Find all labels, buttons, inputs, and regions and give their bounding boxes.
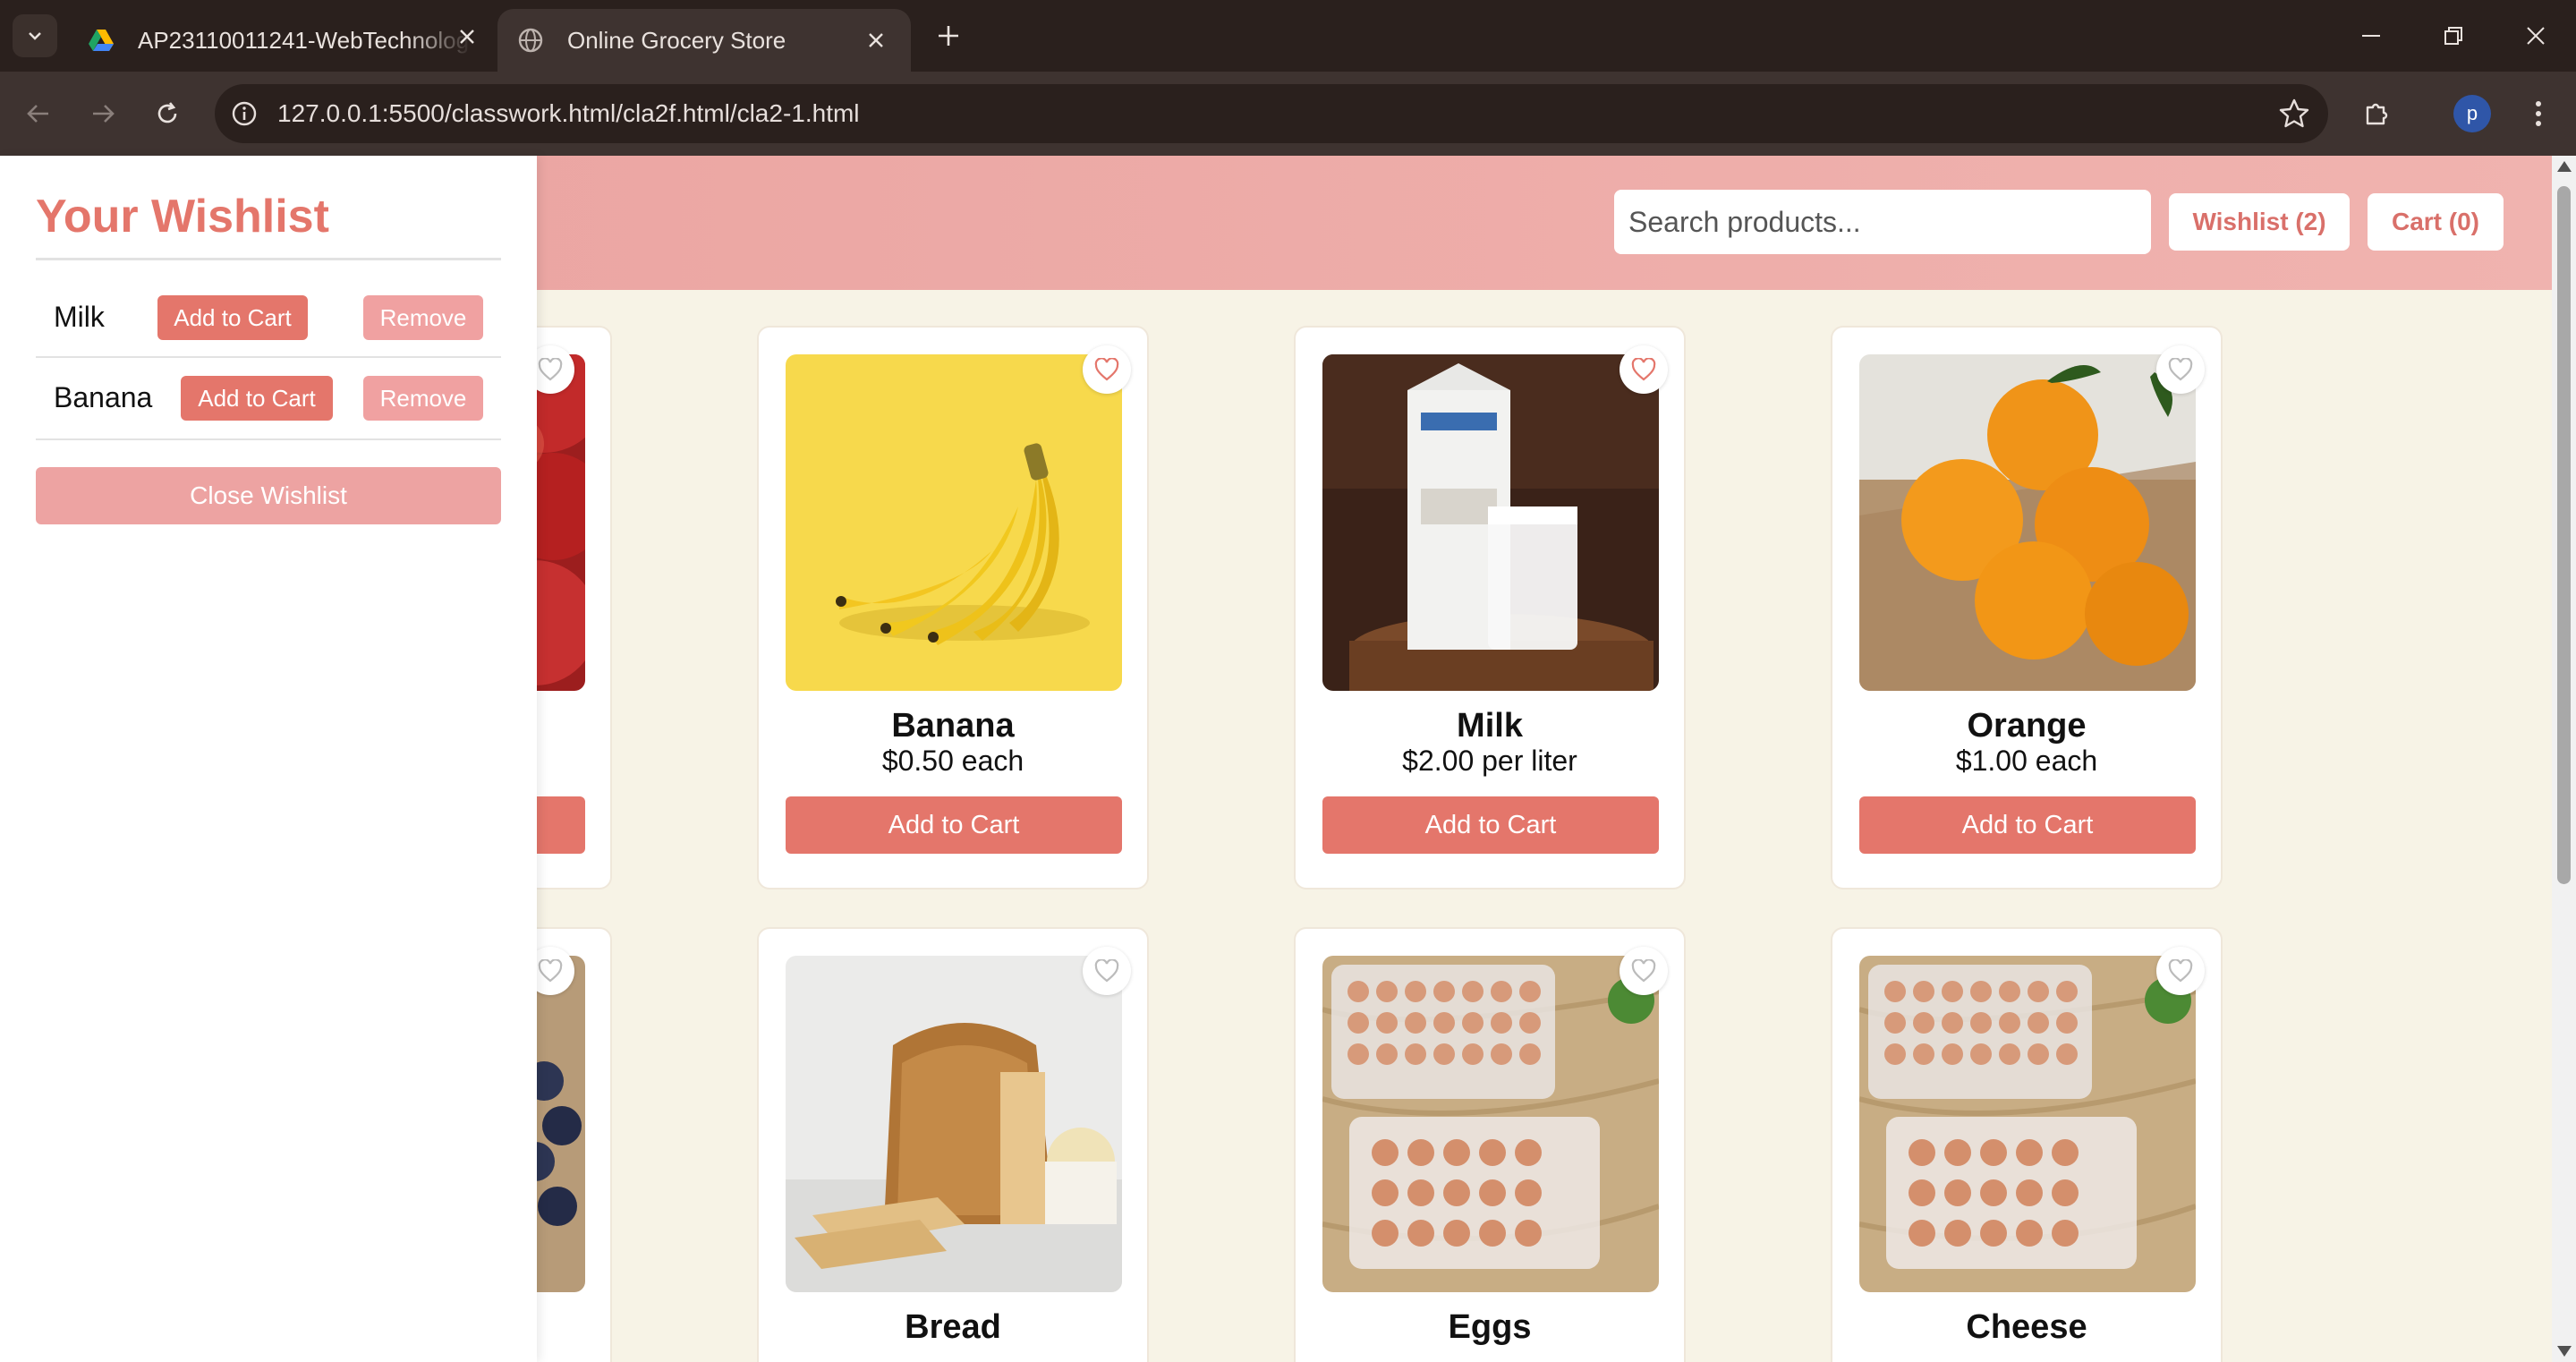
product-image-bananas — [786, 354, 1122, 691]
restore-button[interactable] — [2427, 16, 2480, 55]
product-card: Banana $0.50 each Add to Cart — [757, 326, 1149, 890]
product-card: Cheese — [1831, 927, 2223, 1362]
scrollbar-thumb[interactable] — [2557, 186, 2571, 884]
arrow-left-icon — [27, 105, 48, 123]
reload-icon — [157, 102, 177, 123]
wishlist-panel: Your Wishlist Milk Add to Cart Remove Ba… — [0, 156, 537, 1362]
divider — [36, 438, 501, 440]
heart-icon[interactable] — [2156, 947, 2205, 995]
product-image-milk — [1322, 354, 1659, 691]
add-to-cart-button[interactable]: Add to Cart — [786, 796, 1122, 854]
product-image-cheese — [1859, 956, 2196, 1292]
product-name: Cheese — [1966, 1308, 2087, 1346]
arrow-right-icon — [93, 105, 115, 123]
wishlist-item-name: Milk — [54, 301, 105, 333]
wishlist-add-to-cart-button[interactable]: Add to Cart — [181, 376, 333, 421]
tab-online-grocery-store[interactable]: Online Grocery Store — [497, 9, 911, 72]
minimize-icon — [2362, 35, 2380, 37]
wishlist-button[interactable]: Wishlist (2) — [2169, 193, 2350, 251]
add-to-cart-button[interactable]: Add to Cart — [1322, 796, 1659, 854]
heart-icon[interactable] — [1620, 345, 1668, 394]
new-tab-button[interactable] — [931, 18, 966, 54]
close-icon — [460, 30, 474, 44]
extensions-button[interactable] — [2355, 91, 2400, 136]
heart-icon[interactable] — [1620, 947, 1668, 995]
reload-button[interactable] — [145, 91, 190, 136]
tab-title: AP23110011241-WebTechnolog — [138, 26, 470, 54]
restore-icon — [2444, 27, 2462, 45]
wishlist-remove-button[interactable]: Remove — [363, 376, 483, 421]
chevron-down-icon — [29, 32, 41, 40]
divider — [36, 258, 501, 260]
heart-icon[interactable] — [2156, 345, 2205, 394]
tab-title: Online Grocery Store — [567, 26, 786, 54]
close-tab-button[interactable] — [452, 21, 482, 52]
search-input[interactable] — [1614, 190, 2151, 254]
product-image-eggs — [1322, 956, 1659, 1292]
product-name: Banana — [891, 707, 1015, 745]
close-icon — [869, 33, 883, 47]
profile-button[interactable]: p — [2450, 91, 2495, 136]
product-price: $1.00 each — [1955, 745, 2098, 777]
globe-icon — [518, 28, 543, 53]
puzzle-icon — [2366, 103, 2388, 125]
close-tab-button[interactable] — [861, 25, 891, 55]
wishlist-title: Your Wishlist — [36, 191, 329, 243]
close-icon — [2527, 27, 2545, 45]
address-bar[interactable]: 127.0.0.1:5500/classwork.html/cla2f.html… — [215, 84, 2328, 143]
close-wishlist-button[interactable]: Close Wishlist — [36, 467, 501, 524]
scroll-down-arrow-icon[interactable] — [2557, 1346, 2572, 1357]
forward-button[interactable] — [81, 91, 125, 136]
tab-search-button[interactable] — [13, 14, 57, 57]
plus-icon — [939, 26, 958, 46]
browser-menu-button[interactable] — [2516, 91, 2561, 136]
product-name: Milk — [1457, 707, 1523, 745]
site-info-icon[interactable] — [229, 98, 259, 129]
add-to-cart-button[interactable]: Add to Cart — [1859, 796, 2196, 854]
bookmark-star-icon[interactable] — [2278, 98, 2310, 130]
product-name: Orange — [1967, 707, 2087, 745]
tab-webtechnology[interactable]: AP23110011241-WebTechnolog — [68, 9, 492, 72]
back-button[interactable] — [16, 91, 61, 136]
wishlist-add-to-cart-button[interactable]: Add to Cart — [157, 295, 308, 340]
browser-tab-bar: AP23110011241-WebTechnolog Online Grocer… — [0, 0, 2576, 72]
browser-toolbar: 127.0.0.1:5500/classwork.html/cla2f.html… — [0, 72, 2576, 156]
divider — [36, 356, 501, 358]
google-drive-icon — [89, 30, 114, 51]
product-card: Eggs — [1294, 927, 1686, 1362]
scroll-up-arrow-icon[interactable] — [2557, 161, 2572, 172]
heart-icon[interactable] — [1083, 947, 1131, 995]
product-card: Bread — [757, 927, 1149, 1362]
product-image-bread — [786, 956, 1122, 1292]
product-price: $2.00 per liter — [1402, 745, 1577, 777]
cart-button[interactable]: Cart (0) — [2368, 193, 2504, 251]
heart-icon[interactable] — [1083, 345, 1131, 394]
product-price: $0.50 each — [881, 745, 1024, 777]
product-image-oranges — [1859, 354, 2196, 691]
product-card: Milk $2.00 per liter Add to Cart — [1294, 326, 1686, 890]
wishlist-item-name: Banana — [54, 381, 153, 413]
product-name: Eggs — [1448, 1308, 1532, 1346]
url-text: 127.0.0.1:5500/classwork.html/cla2f.html… — [277, 99, 860, 127]
more-vertical-icon — [2536, 101, 2541, 126]
wishlist-remove-button[interactable]: Remove — [363, 295, 483, 340]
product-card: Orange $1.00 each Add to Cart — [1831, 326, 2223, 890]
product-name: Bread — [905, 1308, 1001, 1346]
close-window-button[interactable] — [2509, 16, 2563, 55]
page-scrollbar[interactable] — [2552, 156, 2576, 1362]
minimize-button[interactable] — [2344, 16, 2398, 55]
avatar: p — [2453, 95, 2491, 132]
